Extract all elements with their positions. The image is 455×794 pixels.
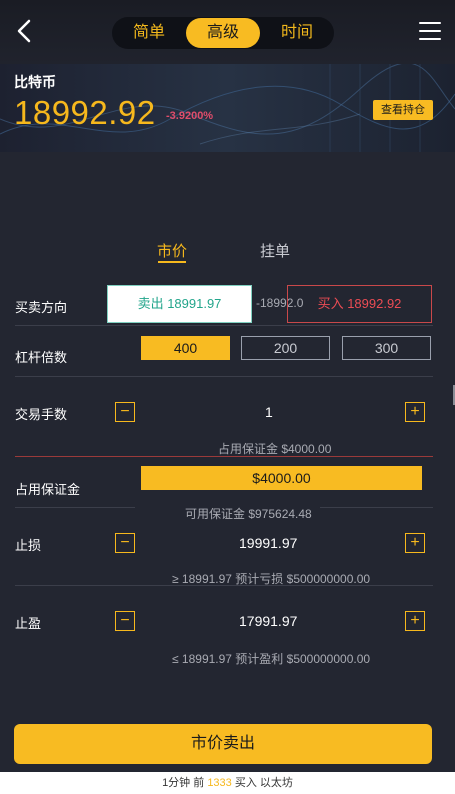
trade-activity-ticker: 1分钟 前 1333 买入 以太坊 bbox=[0, 772, 455, 794]
menu-icon[interactable] bbox=[419, 22, 441, 40]
take-profit-increase-button[interactable]: + bbox=[405, 611, 425, 631]
current-price: 18992.92 bbox=[14, 94, 156, 131]
leverage-label: 杠杆倍数 bbox=[15, 350, 68, 365]
ticker-count: 1333 bbox=[207, 777, 232, 789]
tab-market-order[interactable]: 市价 bbox=[157, 240, 187, 261]
menu-icon-line bbox=[419, 30, 441, 32]
price-banner: 比特币 18992.92 -3.9200% 查看持仓 bbox=[0, 64, 455, 152]
stop-loss-label: 止损 bbox=[15, 538, 42, 553]
divider bbox=[15, 456, 433, 457]
view-holdings-button[interactable]: 查看持仓 bbox=[373, 100, 433, 120]
margin-label: 占用保证金 bbox=[15, 482, 81, 497]
available-margin: 可用保证金 $975624.48 bbox=[185, 507, 312, 521]
tab-pending-order[interactable]: 挂单 bbox=[260, 240, 290, 261]
tab-advanced[interactable]: 高级 bbox=[186, 18, 260, 48]
stop-loss-decrease-button[interactable]: − bbox=[115, 533, 135, 553]
divider bbox=[15, 585, 433, 586]
lots-margin-hint: 占用保证金 $4000.00 bbox=[218, 442, 332, 456]
ticker-suffix: 买入 以太坊 bbox=[234, 777, 293, 789]
divider bbox=[15, 325, 433, 326]
tab-simple[interactable]: 简单 bbox=[112, 18, 186, 48]
top-bar: 简单 高级 时间 bbox=[0, 0, 455, 64]
take-profit-decrease-button[interactable]: − bbox=[115, 611, 135, 631]
ticker-prefix: 1分钟 前 bbox=[162, 777, 205, 789]
order-type-tabs: 市价 挂单 bbox=[0, 240, 455, 270]
direction-label: 买卖方向 bbox=[15, 300, 68, 315]
leverage-option-400[interactable]: 400 bbox=[141, 336, 230, 360]
take-profit-label: 止盈 bbox=[15, 616, 42, 631]
lots-value[interactable]: 1 bbox=[265, 404, 273, 420]
tab-time[interactable]: 时间 bbox=[260, 18, 334, 48]
stop-loss-value[interactable]: 19991.97 bbox=[239, 535, 297, 551]
take-profit-value[interactable]: 17991.97 bbox=[239, 613, 297, 629]
lots-label: 交易手数 bbox=[15, 407, 68, 422]
coin-name: 比特币 bbox=[14, 74, 56, 90]
divider bbox=[15, 507, 135, 508]
stop-loss-increase-button[interactable]: + bbox=[405, 533, 425, 553]
buy-button[interactable]: 买入 18992.92 bbox=[287, 285, 432, 323]
market-sell-submit-button[interactable]: 市价卖出 bbox=[14, 724, 432, 764]
mode-tabs: 简单 高级 时间 bbox=[112, 17, 334, 49]
divider bbox=[320, 507, 433, 508]
leverage-option-300[interactable]: 300 bbox=[342, 336, 431, 360]
take-profit-hint: ≤ 18991.97 预计盈利 $500000000.00 bbox=[172, 652, 371, 666]
divider bbox=[15, 376, 433, 377]
price-change: -3.9200% bbox=[166, 110, 214, 122]
sell-button[interactable]: 卖出 18991.97 bbox=[107, 285, 252, 323]
leverage-option-200[interactable]: 200 bbox=[241, 336, 330, 360]
lots-decrease-button[interactable]: − bbox=[115, 402, 135, 422]
active-tab-underline bbox=[158, 261, 186, 263]
menu-icon-line bbox=[419, 22, 441, 24]
menu-icon-line bbox=[419, 38, 441, 40]
lots-increase-button[interactable]: + bbox=[405, 402, 425, 422]
margin-value: $4000.00 bbox=[141, 466, 422, 490]
back-arrow-icon[interactable] bbox=[10, 16, 40, 46]
